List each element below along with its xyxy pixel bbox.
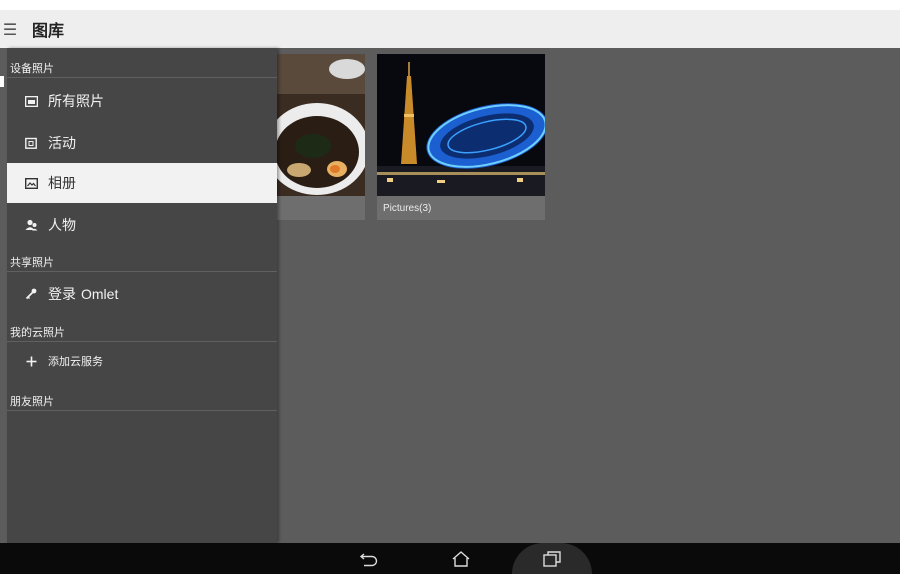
menu-icon[interactable]: ☰: [0, 10, 20, 48]
drawer-item-label: 所有照片: [48, 94, 104, 110]
photos-icon: [24, 94, 38, 108]
section-header-label: 我的云照片: [10, 325, 65, 339]
people-icon: [24, 218, 38, 232]
system-nav-bar: [0, 543, 900, 574]
drawer-item-login-omlet[interactable]: 登录 Omlet: [7, 274, 277, 314]
drawer-item-label-suffix: Omlet: [81, 286, 119, 302]
section-header-label: 朋友照片: [10, 394, 54, 408]
recent-apps-button[interactable]: [530, 543, 574, 574]
drawer-item-add-cloud-service[interactable]: 添加云服务: [7, 344, 277, 378]
key-icon: [24, 287, 38, 301]
drawer-item-label: 人物: [48, 218, 76, 234]
plus-icon: [24, 354, 38, 368]
section-header-device-photos: 设备照片: [7, 58, 277, 78]
drawer-item-label-prefix: 登录: [48, 287, 76, 303]
album-caption: Pictures(3): [383, 203, 432, 214]
section-header-label: 共享照片: [10, 255, 54, 269]
back-button[interactable]: [347, 543, 391, 574]
drawer-item-label: 活动: [48, 136, 76, 152]
section-header-shared-photos: 共享照片: [7, 252, 277, 272]
home-button[interactable]: [439, 543, 483, 574]
drawer-item-albums[interactable]: 相册: [7, 163, 277, 203]
album-thumbnail-night-city: [377, 54, 545, 196]
drawer-item-events[interactable]: 活动: [7, 123, 277, 163]
drawer-item-all-photos[interactable]: 所有照片: [7, 81, 277, 121]
album-tile-pictures[interactable]: Pictures(3): [377, 54, 545, 220]
app-bar: ☰ 图库: [0, 10, 900, 48]
calendar-icon: [24, 136, 38, 150]
section-header-friend-photos: 朋友照片: [7, 391, 277, 411]
recent-apps-icon: [543, 550, 561, 567]
gallery-screen: ☰ 图库 Pictures(3) 设备照片 所有照片 活动 相册 人物 共享照片…: [0, 10, 900, 574]
drawer-item-label: 添加云服务: [48, 355, 103, 368]
back-icon: [359, 552, 378, 566]
section-header-label: 设备照片: [10, 61, 54, 75]
drawer-item-people[interactable]: 人物: [7, 205, 277, 245]
navigation-drawer: 设备照片 所有照片 活动 相册 人物 共享照片 登录 Omlet 我的云照片 添…: [7, 48, 277, 543]
section-header-my-cloud-photos: 我的云照片: [7, 322, 277, 342]
drawer-item-label: 相册: [48, 176, 76, 192]
selection-indicator: [0, 76, 4, 87]
album-icon: [24, 176, 38, 190]
home-icon: [452, 550, 470, 567]
app-title: 图库: [32, 21, 65, 40]
